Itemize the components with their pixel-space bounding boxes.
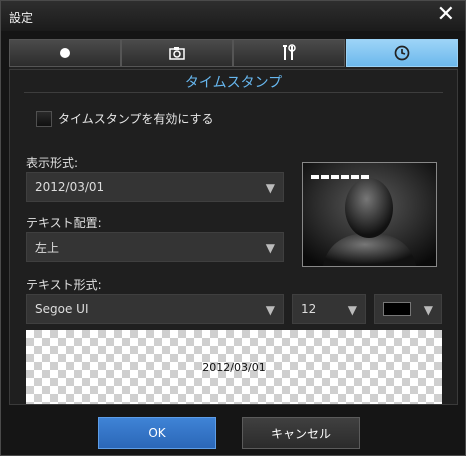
tab-bar [9, 39, 458, 69]
color-swatch [383, 302, 411, 316]
silhouette-image [303, 163, 436, 266]
position-select[interactable]: 左上 ▼ [26, 232, 284, 262]
format-select[interactable]: 2012/03/01 ▼ [26, 172, 284, 202]
circle-icon [60, 48, 70, 58]
window-title: 設定 [9, 11, 34, 25]
chevron-down-icon: ▼ [265, 303, 275, 317]
position-label: テキスト配置: [26, 216, 102, 230]
font-value: Segoe UI [35, 302, 89, 316]
camera-icon [169, 47, 185, 60]
tools-icon [283, 44, 296, 60]
tab-timestamp[interactable] [346, 39, 458, 67]
text-preview-area: 2012/03/01 [26, 330, 442, 404]
font-size-value: 12 [301, 302, 317, 316]
settings-dialog: 設定 ✕ タイムスタンプ タイムスタンプを有効にする 表示形式: 2012/03… [0, 0, 466, 456]
timestamp-position-preview [302, 162, 437, 267]
font-select[interactable]: Segoe UI ▼ [26, 294, 284, 324]
chevron-down-icon: ▼ [347, 303, 357, 317]
format-label: 表示形式: [26, 156, 79, 170]
format-value: 2012/03/01 [35, 180, 105, 194]
tab-camera[interactable] [121, 39, 233, 67]
enable-timestamp-checkbox[interactable]: タイムスタンプを有効にする [36, 110, 214, 127]
enable-timestamp-label: タイムスタンプを有効にする [58, 112, 214, 126]
tab-general[interactable] [9, 39, 121, 67]
text-format-label: テキスト形式: [26, 278, 102, 292]
cancel-button[interactable]: キャンセル [242, 417, 360, 449]
chevron-down-icon: ▼ [265, 181, 275, 195]
section-title: タイムスタンプ [184, 75, 283, 91]
close-icon[interactable]: ✕ [437, 3, 455, 27]
position-value: 左上 [35, 240, 60, 255]
title-bar: 設定 ✕ [1, 1, 465, 31]
clock-icon [394, 45, 410, 61]
timestamp-panel: タイムスタンプ タイムスタンプを有効にする 表示形式: 2012/03/01 ▼… [9, 69, 458, 405]
checkbox-box[interactable] [36, 110, 52, 127]
font-color-select[interactable]: ▼ [374, 294, 442, 324]
ok-button[interactable]: OK [98, 417, 216, 449]
font-size-select[interactable]: 12 ▼ [292, 294, 366, 324]
preview-text: 2012/03/01 [202, 360, 266, 374]
chevron-down-icon: ▼ [265, 241, 275, 255]
tab-tools[interactable] [233, 39, 345, 67]
chevron-down-icon: ▼ [423, 303, 433, 317]
divider [24, 92, 443, 93]
